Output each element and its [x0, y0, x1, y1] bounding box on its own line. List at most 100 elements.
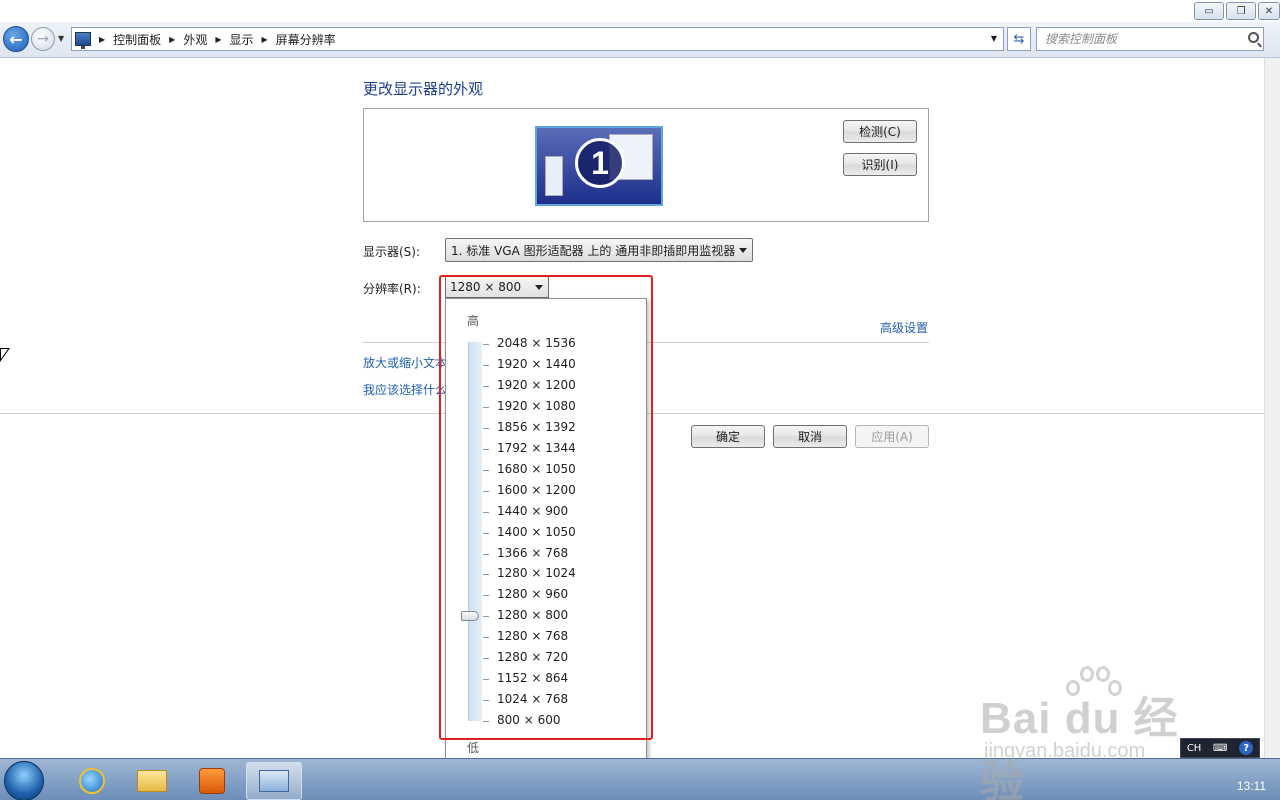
resolution-option[interactable]: 1280 × 960: [497, 587, 568, 601]
slider-tick: [483, 512, 489, 513]
slider-tick: [483, 679, 489, 680]
taskbar-ie[interactable]: [64, 762, 120, 800]
resolution-option[interactable]: 1792 × 1344: [497, 441, 576, 455]
internet-explorer-icon: [79, 768, 105, 794]
resolution-option[interactable]: 1280 × 1024: [497, 566, 576, 580]
resolution-option[interactable]: 800 × 600: [497, 713, 561, 727]
resolution-slider-thumb[interactable]: [461, 611, 479, 621]
monitor-number: 1: [575, 138, 625, 188]
language-bar[interactable]: CH ⌨ ?: [1180, 738, 1260, 758]
slider-tick: [483, 407, 489, 408]
address-bar[interactable]: ▶ 控制面板 ▶ 外观 ▶ 显示 ▶ 屏幕分辨率 ▼: [71, 27, 1004, 51]
slider-tick: [483, 386, 489, 387]
breadcrumb-separator-icon[interactable]: ▶: [215, 35, 221, 44]
slider-tick: [483, 554, 489, 555]
resolution-option[interactable]: 1680 × 1050: [497, 462, 576, 476]
taskbar-explorer[interactable]: [124, 762, 180, 800]
resolution-dropdown-popup: 高 2048 × 1536 1920 × 1440 1920 × 1200 1920 …: [445, 298, 647, 764]
resolution-option[interactable]: 1856 × 1392: [497, 420, 576, 434]
detect-button[interactable]: 检测(C): [843, 120, 917, 143]
breadcrumb-control-panel[interactable]: 控制面板: [113, 31, 161, 48]
resolution-option[interactable]: 1280 × 800: [497, 608, 568, 622]
media-player-icon: [199, 768, 225, 794]
slider-tick: [483, 658, 489, 659]
clock[interactable]: 13:11: [1237, 779, 1266, 793]
breadcrumb-appearance[interactable]: 外观: [183, 31, 207, 48]
display-select[interactable]: 1. 标准 VGA 图形适配器 上的 通用非即插即用监视器: [445, 238, 753, 262]
resolution-option[interactable]: 1920 × 1080: [497, 399, 576, 413]
address-toolbar: ← → ▼ ▶ 控制面板 ▶ 外观 ▶ 显示 ▶ 屏幕分辨率 ▼ ⇆: [0, 22, 1280, 58]
search-box[interactable]: [1036, 27, 1264, 51]
monitor-1-thumbnail[interactable]: 1: [535, 126, 663, 206]
taskbar-control-panel[interactable]: [246, 762, 302, 800]
apply-button[interactable]: 应用(A): [855, 425, 929, 448]
ok-button[interactable]: 确定: [691, 425, 765, 448]
text-size-link[interactable]: 放大或缩小文本: [363, 354, 447, 371]
which-settings-link[interactable]: 我应该选择什么: [363, 381, 447, 398]
cancel-button[interactable]: 取消: [773, 425, 847, 448]
paw-logo-icon: [1060, 662, 1122, 712]
resolution-option[interactable]: 1280 × 768: [497, 629, 568, 643]
help-icon[interactable]: ?: [1239, 741, 1254, 755]
vertical-scrollbar[interactable]: [1264, 58, 1280, 758]
display-select-value: 1. 标准 VGA 图形适配器 上的 通用非即插即用监视器: [451, 243, 736, 258]
recent-pages-dropdown[interactable]: ▼: [58, 34, 64, 43]
minimize-icon[interactable]: ▭: [1194, 2, 1224, 20]
refresh-icon: ⇆: [1013, 31, 1025, 47]
breadcrumb-separator-icon[interactable]: ▶: [262, 35, 268, 44]
resolution-option[interactable]: 2048 × 1536: [497, 336, 576, 350]
resolution-option[interactable]: 1366 × 768: [497, 546, 568, 560]
breadcrumb-screen-resolution[interactable]: 屏幕分辨率: [276, 31, 336, 48]
resolution-option[interactable]: 1152 × 864: [497, 671, 568, 685]
breadcrumb-separator-icon[interactable]: ▶: [99, 35, 105, 44]
keyboard-icon[interactable]: ⌨: [1213, 743, 1227, 754]
chevron-down-icon: [739, 248, 747, 253]
breadcrumb-separator-icon[interactable]: ▶: [169, 35, 175, 44]
slider-tick: [483, 721, 489, 722]
resolution-option[interactable]: 1920 × 1200: [497, 378, 576, 392]
back-button[interactable]: ←: [3, 26, 29, 52]
resolution-option[interactable]: 1400 × 1050: [497, 525, 576, 539]
taskbar: 13:11: [0, 758, 1280, 800]
slider-tick: [483, 533, 489, 534]
close-icon[interactable]: ✕: [1258, 2, 1280, 20]
start-button[interactable]: [4, 761, 44, 800]
slider-tick: [483, 365, 489, 366]
resolution-option[interactable]: 1280 × 720: [497, 650, 568, 664]
slider-tick: [483, 491, 489, 492]
window-thumbnail: [545, 156, 563, 196]
language-indicator[interactable]: CH: [1187, 743, 1202, 754]
search-icon[interactable]: [1248, 32, 1259, 43]
refresh-button[interactable]: ⇆: [1007, 27, 1031, 51]
resolution-option[interactable]: 1920 × 1440: [497, 357, 576, 371]
resolution-option[interactable]: 1024 × 768: [497, 692, 568, 706]
slider-tick: [483, 449, 489, 450]
resolution-option[interactable]: 1440 × 900: [497, 504, 568, 518]
forward-button[interactable]: →: [31, 27, 55, 51]
window-controls: ▭ ❐ ✕: [1194, 2, 1280, 22]
display-label: 显示器(S):: [363, 245, 421, 259]
restore-icon[interactable]: ❐: [1226, 2, 1256, 20]
resolution-slider-track[interactable]: [468, 342, 482, 721]
identify-button[interactable]: 识别(I): [843, 153, 917, 176]
system-tray: 13:11: [1180, 759, 1280, 800]
back-arrow-icon: ←: [9, 29, 23, 49]
resolution-select[interactable]: 1280 × 800: [445, 276, 549, 298]
resolution-label: 分辨率(R):: [363, 282, 421, 296]
resolution-option[interactable]: 1600 × 1200: [497, 483, 576, 497]
breadcrumb-display[interactable]: 显示: [230, 31, 254, 48]
control-panel-icon: [75, 32, 91, 49]
taskbar-media-player[interactable]: [184, 762, 240, 800]
advanced-settings-link[interactable]: 高级设置: [880, 319, 928, 336]
page-title: 更改显示器的外观: [363, 80, 484, 98]
high-label: 高: [467, 314, 480, 328]
address-dropdown-icon[interactable]: ▼: [991, 34, 997, 43]
folder-icon: [137, 770, 167, 792]
chevron-down-icon: [535, 285, 543, 290]
slider-tick: [483, 637, 489, 638]
monitor-preview-panel: 1 检测(C) 识别(I): [363, 108, 929, 222]
low-label: 低: [467, 741, 480, 755]
mouse-pointer-icon: [0, 348, 10, 362]
search-input[interactable]: [1045, 32, 1235, 46]
forward-arrow-icon: →: [37, 31, 49, 47]
